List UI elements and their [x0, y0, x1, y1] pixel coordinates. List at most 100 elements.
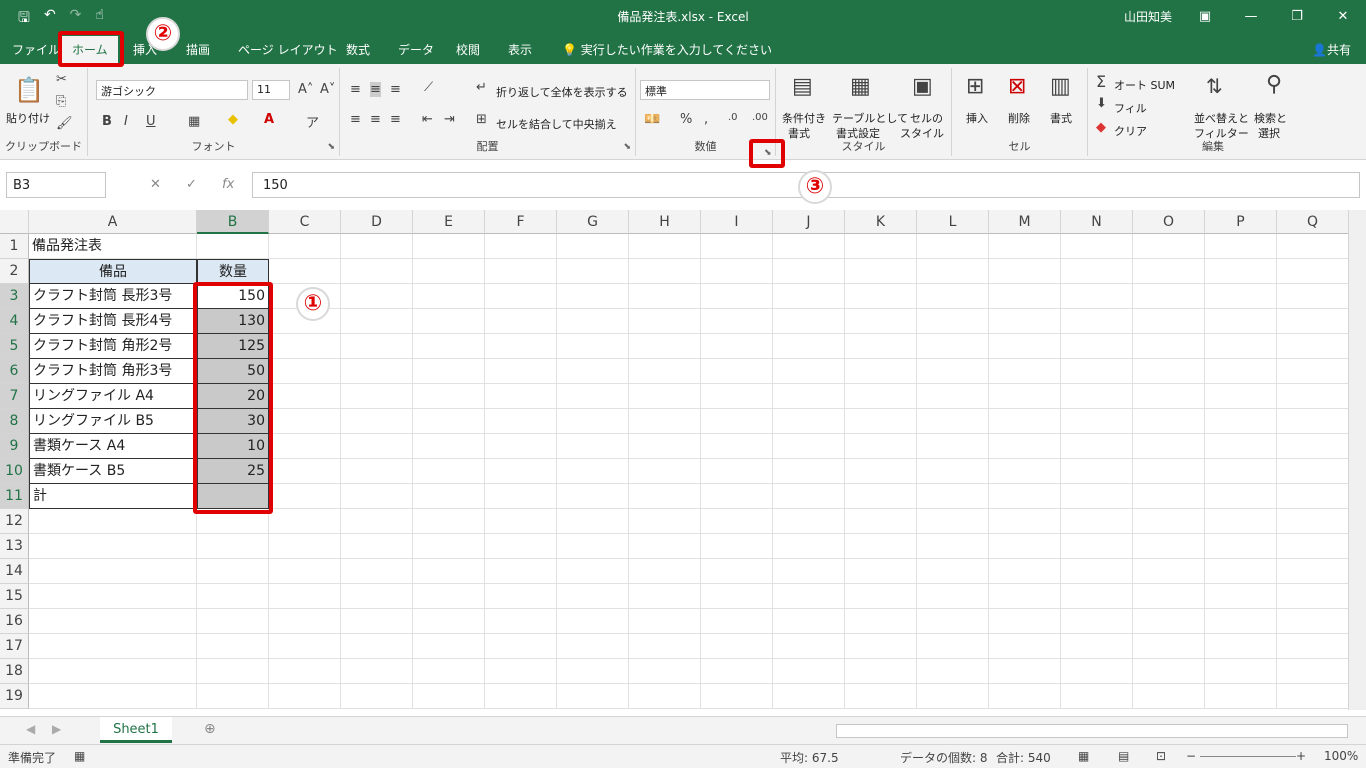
column-header-m[interactable]: M [989, 210, 1061, 234]
row-header-18[interactable]: 18 [0, 659, 29, 684]
column-header-f[interactable]: F [485, 210, 557, 234]
row-header-19[interactable]: 19 [0, 684, 29, 709]
shrink-font-icon[interactable]: A˅ [320, 82, 335, 97]
cell-m15[interactable] [989, 584, 1061, 609]
cell-p10[interactable] [1205, 459, 1277, 484]
row-header-8[interactable]: 8 [0, 409, 29, 434]
column-header-h[interactable]: H [629, 210, 701, 234]
add-sheet-icon[interactable]: ⊕ [204, 721, 216, 737]
vertical-scrollbar[interactable] [1348, 210, 1366, 710]
cell-k9[interactable] [845, 434, 917, 459]
underline-icon[interactable]: U [146, 114, 156, 129]
cell-d15[interactable] [341, 584, 413, 609]
cell-l8[interactable] [917, 409, 989, 434]
cell-i11[interactable] [701, 484, 773, 509]
cell-c13[interactable] [269, 534, 341, 559]
cell-a19[interactable] [29, 684, 197, 709]
conditional-format-icon[interactable]: ▤ [792, 74, 813, 99]
cell-i19[interactable] [701, 684, 773, 709]
row-header-4[interactable]: 4 [0, 309, 29, 334]
sheet-tab[interactable]: Sheet1 [100, 717, 172, 743]
italic-icon[interactable]: I [124, 114, 128, 129]
wrap-text-label[interactable]: 折り返して全体を表示する [496, 84, 628, 100]
cell-l5[interactable] [917, 334, 989, 359]
cell-q9[interactable] [1277, 434, 1348, 459]
cell-e10[interactable] [413, 459, 485, 484]
cell-c19[interactable] [269, 684, 341, 709]
accounting-format-icon[interactable]: 💴 [644, 112, 660, 127]
format-table-icon[interactable]: ▦ [850, 74, 871, 99]
row-header-9[interactable]: 9 [0, 434, 29, 459]
cell-h2[interactable] [629, 259, 701, 284]
cell-q16[interactable] [1277, 609, 1348, 634]
cell-e12[interactable] [413, 509, 485, 534]
total-label-cell[interactable]: 計 [29, 484, 197, 509]
cell-j5[interactable] [773, 334, 845, 359]
column-header-p[interactable]: P [1205, 210, 1277, 234]
autosum-label[interactable]: オート SUM [1114, 77, 1175, 93]
column-header-n[interactable]: N [1061, 210, 1133, 234]
find-select-icon[interactable]: ⚲ [1266, 72, 1282, 97]
border-icon[interactable]: ▦ [188, 114, 200, 129]
cell-h14[interactable] [629, 559, 701, 584]
cell-l15[interactable] [917, 584, 989, 609]
cell-m12[interactable] [989, 509, 1061, 534]
cell-q19[interactable] [1277, 684, 1348, 709]
cell-a12[interactable] [29, 509, 197, 534]
cell-p1[interactable] [1205, 234, 1277, 259]
cell-n8[interactable] [1061, 409, 1133, 434]
cell-c12[interactable] [269, 509, 341, 534]
cell-l18[interactable] [917, 659, 989, 684]
cell-p7[interactable] [1205, 384, 1277, 409]
cell-n18[interactable] [1061, 659, 1133, 684]
merge-center-icon[interactable]: ⊞ [476, 112, 487, 127]
cell-q12[interactable] [1277, 509, 1348, 534]
normal-view-icon[interactable]: ▦ [1078, 749, 1089, 763]
cell-l17[interactable] [917, 634, 989, 659]
cell-o8[interactable] [1133, 409, 1205, 434]
cell-c16[interactable] [269, 609, 341, 634]
cell-m17[interactable] [989, 634, 1061, 659]
cell-q4[interactable] [1277, 309, 1348, 334]
cell-i18[interactable] [701, 659, 773, 684]
row-header-12[interactable]: 12 [0, 509, 29, 534]
cell-j1[interactable] [773, 234, 845, 259]
cell-c2[interactable] [269, 259, 341, 284]
grow-font-icon[interactable]: A˄ [298, 82, 313, 97]
cell-m6[interactable] [989, 359, 1061, 384]
fill-icon[interactable]: ⬇ [1096, 96, 1107, 111]
cell-m8[interactable] [989, 409, 1061, 434]
cell-p15[interactable] [1205, 584, 1277, 609]
fill-label[interactable]: フィル [1114, 100, 1147, 116]
cell-o18[interactable] [1133, 659, 1205, 684]
cell-h17[interactable] [629, 634, 701, 659]
cell-o4[interactable] [1133, 309, 1205, 334]
cell-o9[interactable] [1133, 434, 1205, 459]
cell-f13[interactable] [485, 534, 557, 559]
cell-n3[interactable] [1061, 284, 1133, 309]
cell-b13[interactable] [197, 534, 269, 559]
cell-k11[interactable] [845, 484, 917, 509]
cell-h7[interactable] [629, 384, 701, 409]
cell-k16[interactable] [845, 609, 917, 634]
cell-j3[interactable] [773, 284, 845, 309]
cell-h15[interactable] [629, 584, 701, 609]
cell-i15[interactable] [701, 584, 773, 609]
tab-page-layout[interactable]: ページ レイアウト [238, 41, 338, 58]
cell-i9[interactable] [701, 434, 773, 459]
cell-j18[interactable] [773, 659, 845, 684]
header-item-cell[interactable]: 備品 [29, 259, 197, 284]
cell-d4[interactable] [341, 309, 413, 334]
sheet-title-cell[interactable]: 備品発注表 [29, 234, 197, 259]
cell-k14[interactable] [845, 559, 917, 584]
align-middle-icon[interactable]: ≡ [370, 82, 381, 97]
cell-q14[interactable] [1277, 559, 1348, 584]
row-header-3[interactable]: 3 [0, 284, 29, 309]
cell-e17[interactable] [413, 634, 485, 659]
cell-k17[interactable] [845, 634, 917, 659]
cell-k1[interactable] [845, 234, 917, 259]
cell-q18[interactable] [1277, 659, 1348, 684]
comma-style-icon[interactable]: , [704, 112, 708, 127]
cell-styles-label-1[interactable]: セルの [910, 110, 943, 126]
cell-m11[interactable] [989, 484, 1061, 509]
